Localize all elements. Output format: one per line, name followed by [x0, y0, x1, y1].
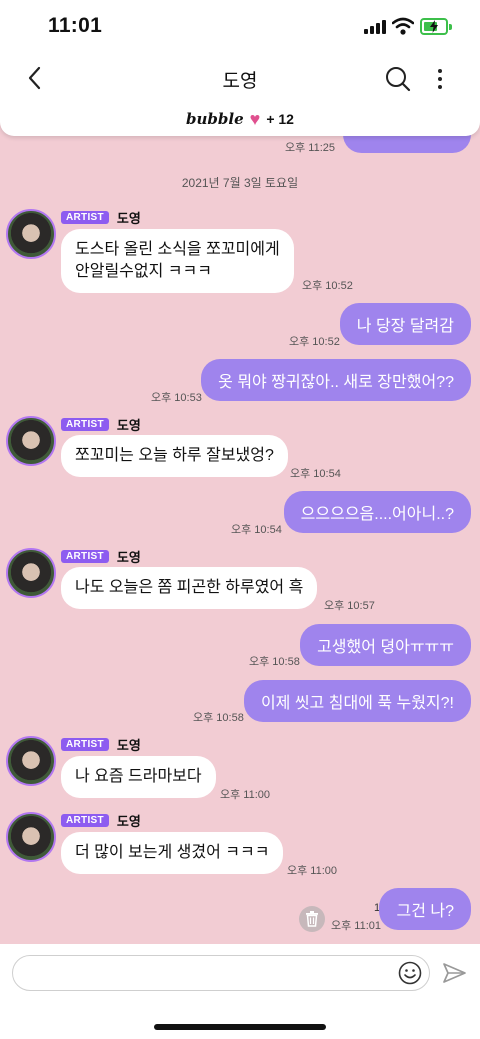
- wifi-icon: [392, 17, 414, 35]
- message-text: 으으으으음....어아니..?: [300, 506, 454, 523]
- message-text: 나도 오늘은 쫌 피곤한 하루였어 흑: [75, 579, 304, 596]
- cellular-signal-icon: [364, 20, 386, 34]
- sender-name: 도영: [116, 814, 141, 829]
- message-time: 오후 10:53: [151, 392, 202, 404]
- my-message-bubble[interactable]: 그건 나?: [379, 888, 471, 930]
- sender-row: ARTIST 도영: [61, 547, 141, 566]
- emoji-button[interactable]: [398, 961, 422, 985]
- message-text: 쪼꼬미는 오늘 하루 잘보냈엉?: [75, 447, 274, 464]
- my-message-bubble[interactable]: 고생했어 뎡아ㅠㅠㅠ: [300, 624, 471, 666]
- message-line: 안알릴수없지 ㅋㅋㅋ: [75, 263, 212, 280]
- artist-message-bubble[interactable]: 쪼꼬미는 오늘 하루 잘보냈엉?: [61, 435, 288, 477]
- my-message-bubble[interactable]: 이제 씻고 침대에 푹 누웠지?!: [243, 680, 471, 722]
- sender-name: 도영: [116, 550, 141, 565]
- message-text: 이제 씻고 침대에 푹 누웠지?!: [260, 695, 454, 712]
- my-message-bubble[interactable]: 옷 뭐야 짱귀잖아.. 새로 장만했어??: [201, 359, 471, 401]
- message-time: 오후 10:52: [302, 280, 353, 292]
- artist-badge: ARTIST: [61, 814, 109, 827]
- more-options-button[interactable]: [430, 65, 450, 93]
- message-time: 오후 11:00: [220, 789, 271, 801]
- date-separator: 2021년 7월 3일 토요일: [181, 176, 299, 190]
- chat-header: 도영: [0, 54, 480, 102]
- artist-badge: ARTIST: [61, 418, 109, 431]
- artist-avatar[interactable]: [6, 416, 56, 466]
- message-time: 오후 10:52: [289, 336, 340, 348]
- artist-message-bubble[interactable]: 도스타 올린 소식을 쪼꼬미에게 안알릴수없지 ㅋㅋㅋ: [61, 229, 294, 293]
- sender-row: ARTIST 도영: [61, 208, 141, 227]
- sender-row: ARTIST 도영: [61, 811, 141, 830]
- artist-badge: ARTIST: [61, 738, 109, 751]
- message-time: 오후 10:54: [290, 468, 341, 480]
- chat-area[interactable]: bubble ♥ + 12 오후 11:25 2021년 7월 3일 토요일 A…: [0, 102, 480, 944]
- artist-avatar[interactable]: [6, 548, 56, 598]
- bubble-banner[interactable]: bubble ♥ + 12: [0, 102, 480, 136]
- artist-avatar[interactable]: [6, 209, 56, 259]
- artist-message-bubble[interactable]: 나 요즘 드라마보다: [61, 756, 216, 798]
- message-text: 나 당장 달려감: [356, 318, 454, 335]
- artist-badge: ARTIST: [61, 211, 109, 224]
- sender-name: 도영: [116, 211, 141, 226]
- search-button[interactable]: [384, 65, 412, 93]
- send-button[interactable]: [441, 960, 467, 986]
- battery-charging-icon: [420, 18, 452, 35]
- sender-name: 도영: [116, 418, 141, 433]
- artist-badge: ARTIST: [61, 550, 109, 563]
- sender-row: ARTIST 도영: [61, 735, 141, 754]
- message-time: 오후 10:58: [249, 656, 300, 668]
- message-text: 더 많이 보는게 생겼어 ㅋㅋㅋ: [75, 844, 270, 861]
- message-text: 고생했어 뎡아ㅠㅠㅠ: [317, 639, 454, 656]
- sender-row: ARTIST 도영: [61, 415, 141, 434]
- message-text: 나 요즘 드라마보다: [75, 768, 202, 785]
- my-message-bubble[interactable]: 나 당장 달려감: [339, 303, 471, 345]
- message-text: 옷 뭐야 짱귀잖아.. 새로 장만했어??: [218, 374, 454, 391]
- message-time: 오후 10:57: [324, 600, 375, 612]
- artist-avatar[interactable]: [6, 736, 56, 786]
- message-input[interactable]: [27, 956, 387, 990]
- message-time: 오후 11:01: [331, 920, 382, 932]
- message-input-box[interactable]: [12, 955, 430, 991]
- banner-count: + 12: [266, 111, 294, 127]
- status-time: 11:01: [48, 14, 103, 37]
- status-bar: 11:01: [0, 0, 480, 54]
- message-time: 오후 11:25: [284, 142, 335, 154]
- message-time: 오후 10:54: [231, 524, 282, 536]
- artist-message-bubble[interactable]: 더 많이 보는게 생겼어 ㅋㅋㅋ: [61, 832, 284, 874]
- delete-message-button[interactable]: [299, 906, 325, 932]
- my-message-bubble[interactable]: 으으으으음....어아니..?: [283, 491, 471, 533]
- message-time: 오후 10:58: [193, 712, 244, 724]
- artist-message-bubble[interactable]: 나도 오늘은 쫌 피곤한 하루였어 흑: [61, 567, 318, 609]
- message-composer: [0, 944, 480, 1039]
- message-line: 도스타 올린 소식을 쪼꼬미에게: [75, 241, 280, 258]
- heart-icon: ♥: [249, 109, 261, 129]
- trash-icon: [306, 911, 318, 927]
- artist-avatar[interactable]: [6, 812, 56, 862]
- banner-brand: bubble: [186, 110, 244, 128]
- home-indicator[interactable]: [154, 1024, 326, 1030]
- message-time: 오후 11:00: [287, 865, 338, 877]
- message-text: 그건 나?: [396, 903, 454, 920]
- sender-name: 도영: [116, 738, 141, 753]
